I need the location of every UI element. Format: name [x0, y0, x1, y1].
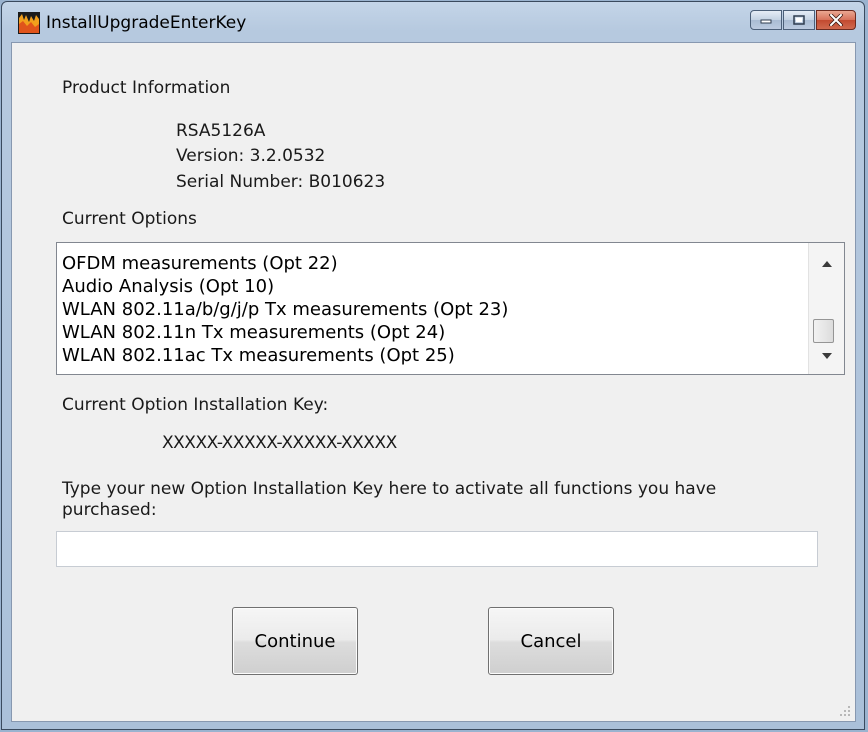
vertical-scrollbar[interactable] [808, 243, 844, 374]
scrollbar-thumb[interactable] [813, 319, 834, 343]
new-key-input[interactable] [56, 531, 818, 567]
product-information-label: Product Information [62, 78, 231, 98]
product-version: Version: 3.2.0532 [176, 146, 326, 166]
current-key-value: XXXXX-XXXXX-XXXXX-XXXXX [162, 433, 397, 453]
maximize-icon [793, 15, 805, 25]
list-item[interactable]: WLAN 802.11n Tx measurements (Opt 24) [62, 321, 806, 344]
title-bar[interactable]: InstallUpgradeEnterKey [2, 2, 864, 42]
new-key-prompt-line1: Type your new Option Installation Key he… [62, 479, 717, 499]
new-key-prompt-line2: purchased: [62, 500, 157, 520]
list-item[interactable]: Audio Analysis (Opt 10) [62, 275, 806, 298]
product-model: RSA5126A [176, 121, 266, 141]
dialog-client-area: Product Information RSA5126A Version: 3.… [11, 42, 856, 722]
current-options-list[interactable]: OFDM measurements (Opt 22) Audio Analysi… [56, 242, 845, 375]
window-title: InstallUpgradeEnterKey [46, 13, 247, 33]
continue-button[interactable]: Continue [232, 607, 358, 675]
maximize-button[interactable] [783, 10, 815, 30]
minimize-icon [760, 19, 772, 24]
close-icon [829, 14, 843, 26]
tektronix-app-icon [18, 12, 40, 34]
scroll-up-button[interactable] [809, 251, 844, 277]
current-key-label: Current Option Installation Key: [62, 395, 329, 415]
scroll-down-arrow-icon [821, 353, 832, 359]
close-button[interactable] [816, 10, 856, 30]
scroll-down-button[interactable] [809, 343, 844, 369]
product-serial-number: Serial Number: B010623 [176, 172, 386, 192]
cancel-button[interactable]: Cancel [488, 607, 614, 675]
list-item[interactable]: WLAN 802.11ac Tx measurements (Opt 25) [62, 344, 806, 367]
dialog-window: InstallUpgradeEnterKey Product Informati… [1, 1, 865, 730]
current-options-label: Current Options [62, 209, 197, 229]
list-item[interactable]: WLAN 802.11a/b/g/j/p Tx measurements (Op… [62, 298, 806, 321]
resize-grip-icon[interactable] [839, 705, 851, 717]
minimize-button[interactable] [750, 10, 782, 30]
list-item[interactable]: OFDM measurements (Opt 22) [62, 252, 806, 275]
caption-buttons [749, 10, 856, 32]
options-list-items: OFDM measurements (Opt 22) Audio Analysi… [62, 252, 806, 367]
scroll-up-arrow-icon [821, 261, 832, 267]
